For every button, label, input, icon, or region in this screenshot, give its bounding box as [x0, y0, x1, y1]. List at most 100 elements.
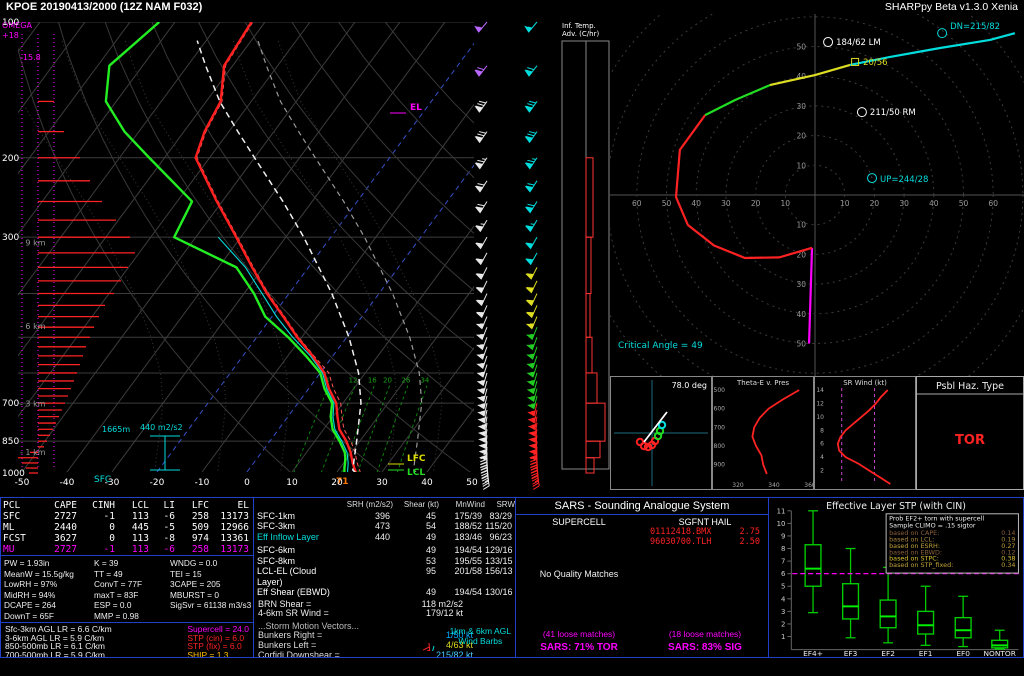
sars-match-row: 01112418.BMX2.75	[642, 527, 768, 537]
storm-slinky-inset[interactable]: 78.0 deg	[610, 376, 712, 490]
wind-barb	[475, 250, 487, 265]
stp-category-label: EF4+	[803, 649, 823, 658]
stp-y-tick: 11	[777, 507, 786, 515]
thermo-indices: PW = 1.93inMeanW = 15.5g/kgLowRH = 97%Mi…	[1, 555, 253, 622]
instability-indices: K = 39TT = 49ConvT = 77FmaxT = 83FESP = …	[94, 558, 170, 622]
stp-y-tick: 5	[781, 583, 785, 591]
severe-index: MBURST = 0	[170, 590, 254, 601]
shear-cell: 396	[343, 511, 393, 522]
shear-col-header: SRW	[485, 500, 515, 511]
thermo-panel[interactable]: PCLCAPECINHLCLLILFCELSFC2727-1113-625813…	[0, 497, 254, 658]
stp-y-tick: 7	[781, 558, 785, 566]
shear-row-label: Eff Shear (EBWD)	[257, 587, 343, 598]
thetae-p-tick: 700	[714, 424, 726, 431]
shear-col-header	[257, 500, 343, 511]
stp-y-tick: 4	[781, 595, 785, 603]
thetae-p-tick: 800	[714, 443, 726, 450]
mixing-ratio-label: 34	[420, 377, 429, 385]
sars-column: SUPERCELLNo Quality Matches(41 loose mat…	[516, 515, 642, 656]
temp-tick-label: -20	[150, 478, 165, 488]
temp-tick-label: -40	[60, 478, 75, 488]
parcel-cell: 2727	[37, 511, 79, 522]
shear-cell: 175/39	[439, 511, 485, 522]
wind-barb	[474, 18, 487, 32]
hodograph-trace	[676, 115, 812, 258]
temp-tick-label: -10	[195, 478, 210, 488]
isotherm-line	[382, 22, 610, 472]
shear-cell: 129/16	[485, 545, 515, 556]
thetae-inset[interactable]: Theta-E v. Pres900800700600500320340360	[712, 376, 814, 490]
wind-barb	[474, 98, 487, 112]
sr-wind-inset[interactable]: SR Wind (kt)2468101214	[814, 376, 916, 490]
warm-advection-box	[586, 337, 592, 373]
storm-motion-label: 184/62 LM	[836, 38, 881, 48]
srwind-h-tick: 2	[820, 468, 824, 475]
stp-category-label: EF3	[844, 649, 858, 658]
skewt-plot-area: 81216202634	[0, 14, 610, 483]
wind-barb	[475, 217, 487, 231]
shear-cell: 115/20	[485, 521, 515, 532]
hodo-ring-label: 50	[662, 199, 672, 208]
hodo-ring-label: 20	[751, 199, 761, 208]
parcel-row-label[interactable]: FCST	[3, 533, 37, 544]
hodo-ring-label: 30	[796, 102, 806, 111]
srwind-h-tick: 14	[816, 387, 824, 394]
wind-barb	[474, 154, 487, 168]
lapse-rates: Sfc-3km AGL LR = 6.6 C/km3-6km AGL LR = …	[5, 625, 112, 655]
hodograph-panel[interactable]: 1010101020202020303030304040404050505050…	[610, 14, 1024, 376]
wind-barb	[422, 643, 430, 651]
skewt-panel[interactable]: 81216202634OMEGA+18-15.8- 9 km- 6 km- 3 …	[0, 14, 610, 497]
wind-barb	[525, 278, 537, 293]
srwind-h-tick: 8	[820, 427, 824, 434]
shear-col-header: Shear (kt)	[393, 500, 439, 511]
parcel-row-label[interactable]: ML	[3, 522, 37, 533]
moisture-index: MidRH = 94%	[4, 590, 94, 601]
hodo-ring-label: 50	[959, 199, 969, 208]
moist-adiabat	[62, 41, 226, 473]
box	[805, 545, 821, 586]
isotherm-line	[157, 22, 490, 472]
hodograph-trace	[770, 65, 850, 85]
hodo-ring-label: 10	[796, 221, 806, 230]
shear-cell: 194/54	[439, 545, 485, 556]
shear-table: SRH (m2/s2)Shear (kt)MnWindSRWSFC-1km396…	[254, 498, 515, 598]
pressure-tick-label: 700	[2, 399, 19, 409]
thetae-x-tick: 320	[732, 482, 744, 489]
sars-match-name: 96030700.TLH	[650, 537, 711, 547]
shear-row-label: SFC-6km	[257, 545, 343, 556]
moist-adiabat	[125, 41, 289, 473]
thetae-trace	[752, 390, 799, 474]
stp-title: Effective Layer STP (with CIN)	[826, 501, 966, 512]
parcel-cell: 509	[177, 522, 211, 533]
isotherm-line	[0, 22, 310, 472]
temp-tick-label: 20	[331, 478, 343, 488]
shear-cell: 54	[393, 521, 439, 532]
parcel-cell: 0	[79, 533, 117, 544]
parcel-cell: 12966	[211, 522, 251, 533]
parcel-cell: 258	[177, 511, 211, 522]
shear-cell: 473	[343, 521, 393, 532]
stp-boxplot-panel[interactable]: Effective Layer STP (with CIN)1234567891…	[768, 497, 1024, 658]
parcel-row-label[interactable]: SFC	[3, 511, 37, 522]
wind-barb	[475, 278, 487, 293]
wind-barb	[474, 128, 487, 142]
sars-loose-matches: (18 loose matches)	[642, 629, 768, 639]
stp-category-label: EF0	[956, 649, 970, 658]
eff-inflow-srh: 440 m2/s2	[140, 423, 183, 432]
box	[880, 600, 896, 628]
hazard-type-inset[interactable]: Psbl Haz. TypeTOR	[916, 376, 1024, 490]
shear-cell: 183/46	[439, 532, 485, 543]
sars-panel[interactable]: SARS - Sounding Analogue System SUPERCEL…	[515, 497, 769, 658]
sars-title: SARS - Sounding Analogue System	[516, 498, 768, 515]
srwind-title: SR Wind (kt)	[843, 379, 887, 387]
parcel-row-label[interactable]: MU	[3, 544, 37, 555]
shear-cell: 188/52	[439, 521, 485, 532]
moisture-index: DownT = 65F	[4, 611, 94, 622]
isotherm-line	[22, 22, 355, 472]
parcel-col-header: EL	[211, 500, 251, 511]
hodo-ring-label: 20	[870, 199, 880, 208]
wind-barb	[525, 250, 537, 265]
kinematics-panel[interactable]: SRH (m2/s2)Shear (kt)MnWindSRWSFC-1km396…	[253, 497, 516, 658]
parcel-cell: 13173	[211, 511, 251, 522]
instability-index: K = 39	[94, 558, 170, 569]
